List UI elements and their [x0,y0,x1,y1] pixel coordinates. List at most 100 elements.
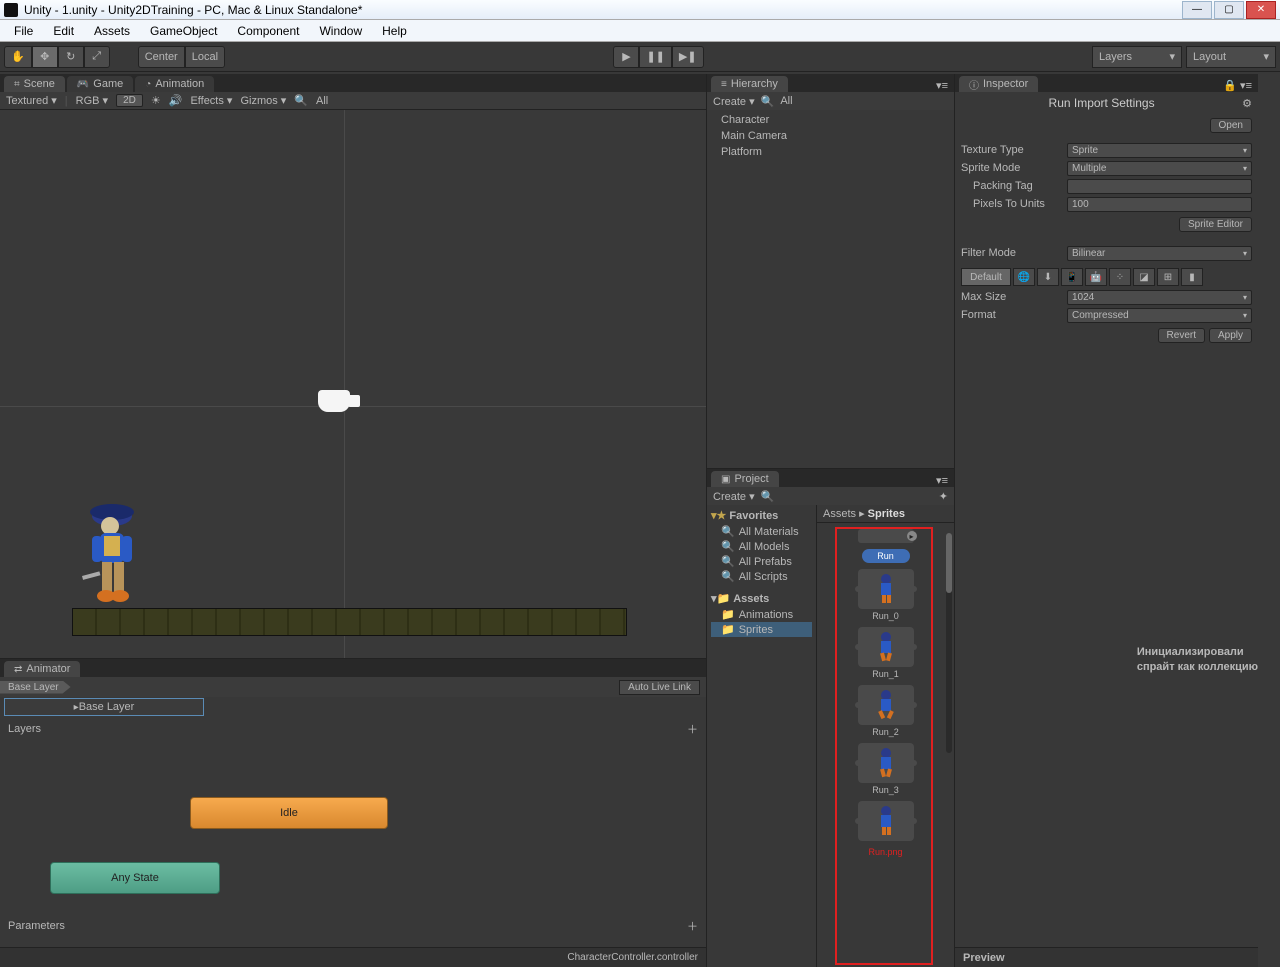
menu-edit[interactable]: Edit [43,24,84,38]
animator-breadcrumb[interactable]: Base Layer [0,681,71,694]
hierarchy-search[interactable]: All [780,95,792,107]
breadcrumb-root[interactable]: Assets [823,508,856,520]
tab-project[interactable]: ▣ Project [711,471,779,487]
platform-flash-icon[interactable]: ◪ [1133,268,1155,286]
platform-tabs: Default 🌐 ⬇ 📱 🤖 ⁘ ◪ ⊞ ▮ [955,266,1258,288]
sprite-sheet-item[interactable]: ▸ [858,529,914,543]
hierarchy-menu-icon[interactable]: ▾≡ [930,79,954,92]
pixels-to-units-label: Pixels To Units [961,198,1061,210]
space-toggle[interactable]: Local [185,46,225,68]
state-any[interactable]: Any State [50,862,220,894]
pivot-toggle[interactable]: Center [138,46,185,68]
hierarchy-item[interactable]: Main Camera [721,130,940,146]
menu-component[interactable]: Component [227,24,309,38]
open-button[interactable]: Open [1210,118,1252,133]
assets-header[interactable]: ▾📁 Assets [711,592,812,605]
gear-icon[interactable]: ⚙ [1242,97,1252,110]
platform-wp8-icon[interactable]: ▮ [1181,268,1203,286]
tab-animation[interactable]: ◔ Animation [135,76,214,92]
state-idle[interactable]: Idle [190,797,388,829]
format-dropdown[interactable]: Compressed [1067,308,1252,323]
fav-item[interactable]: 🔍All Materials [711,524,812,539]
rotate-tool-button[interactable]: ↻ [58,46,84,68]
hierarchy-item[interactable]: Platform [721,146,940,162]
pixels-to-units-input[interactable]: 100 [1067,197,1252,212]
tab-hierarchy[interactable]: ≡ Hierarchy [711,76,788,92]
platform-win-icon[interactable]: ⊞ [1157,268,1179,286]
play-button[interactable]: ▶ [613,46,639,68]
inspector-lock-icon[interactable]: 🔒 ▾≡ [1217,79,1258,92]
preview-panel-header[interactable]: Preview [955,947,1258,967]
platform-bb-icon[interactable]: ⁘ [1109,268,1131,286]
breadcrumb-current[interactable]: Sprites [868,508,905,520]
fav-item[interactable]: 🔍All Prefabs [711,554,812,569]
rendermode-dropdown[interactable]: RGB ▾ [76,94,108,107]
packing-tag-input[interactable] [1067,179,1252,194]
tab-scene[interactable]: ⌗ Scene [4,76,65,92]
sprite-item[interactable] [858,801,914,841]
search-icon: 🔍 [761,95,775,108]
fav-item[interactable]: 🔍All Models [711,539,812,554]
folder-item[interactable]: 📁 Animations [711,607,812,622]
menu-file[interactable]: File [4,24,43,38]
max-size-dropdown[interactable]: 1024 [1067,290,1252,305]
add-layer-button[interactable]: ＋ [687,721,698,737]
step-button[interactable]: ▶❚ [672,46,704,68]
revert-button[interactable]: Revert [1158,328,1205,343]
platform-ios-icon[interactable]: 📱 [1061,268,1083,286]
maximize-button[interactable]: ▢ [1214,1,1244,19]
filter-mode-label: Filter Mode [961,247,1061,259]
add-parameter-button[interactable]: ＋ [687,918,698,934]
tab-animator[interactable]: ⇄ Animator [4,661,80,677]
project-create-dropdown[interactable]: Create ▾ [713,490,755,503]
filter-mode-dropdown[interactable]: Bilinear [1067,246,1252,261]
filter-icon[interactable]: ✦ [939,490,948,503]
auto-live-link-button[interactable]: Auto Live Link [619,680,700,695]
scene-search[interactable]: All [316,95,328,107]
menu-help[interactable]: Help [372,24,417,38]
menu-window[interactable]: Window [309,24,372,38]
sprite-editor-button[interactable]: Sprite Editor [1179,217,1252,232]
hand-tool-button[interactable]: ✋ [4,46,32,68]
tab-game[interactable]: 🎮 Game [67,76,133,92]
menu-assets[interactable]: Assets [84,24,140,38]
sprite-mode-dropdown[interactable]: Multiple [1067,161,1252,176]
texture-type-dropdown[interactable]: Sprite [1067,143,1252,158]
layout-dropdown[interactable]: Layout▾ [1186,46,1276,68]
effects-dropdown[interactable]: Effects ▾ [190,94,232,107]
sprite-mode-label: Sprite Mode [961,162,1061,174]
move-tool-button[interactable]: ✥ [32,46,58,68]
close-button[interactable]: ✕ [1246,1,1276,19]
character-sprite[interactable] [82,498,142,608]
base-layer-field[interactable]: ▸ Base Layer [4,698,204,716]
tab-inspector[interactable]: ⓘ Inspector [959,76,1038,92]
platform-standalone-icon[interactable]: ⬇ [1037,268,1059,286]
platform-android-icon[interactable]: 🤖 [1085,268,1107,286]
menu-gameobject[interactable]: GameObject [140,24,227,38]
fav-item[interactable]: 🔍All Scripts [711,569,812,584]
platform-web-icon[interactable]: 🌐 [1013,268,1035,286]
apply-button[interactable]: Apply [1209,328,1252,343]
project-menu-icon[interactable]: ▾≡ [930,474,954,487]
platform-default[interactable]: Default [961,268,1011,286]
thumbnail-size-slider[interactable] [946,533,952,753]
audio-icon[interactable]: 🔊 [169,94,183,107]
scene-view[interactable] [0,110,706,658]
folder-item-selected[interactable]: 📁 Sprites [711,622,812,637]
hierarchy-item[interactable]: Character [721,114,940,130]
hierarchy-create-dropdown[interactable]: Create ▾ [713,95,755,108]
minimize-button[interactable]: — [1182,1,1212,19]
scale-tool-button[interactable]: ⤢ [84,46,110,68]
max-size-label: Max Size [961,291,1061,303]
gizmos-dropdown[interactable]: Gizmos ▾ [240,94,286,107]
favorites-header[interactable]: ▾★ Favorites [711,509,812,522]
layers-label: Layers [8,723,41,735]
layers-dropdown[interactable]: Layers▾ [1092,46,1182,68]
pause-button[interactable]: ❚❚ [639,46,671,68]
platform-sprite[interactable] [72,608,627,636]
animator-graph[interactable]: Idle Any State Parameters ＋ CharacterCon… [0,741,706,967]
project-grid: ▸ Run Run_0 Run_1 Run_2 [817,523,954,967]
shading-dropdown[interactable]: Textured ▾ [6,94,57,107]
2d-toggle[interactable]: 2D [116,94,143,107]
light-icon[interactable]: ☀ [151,94,161,107]
